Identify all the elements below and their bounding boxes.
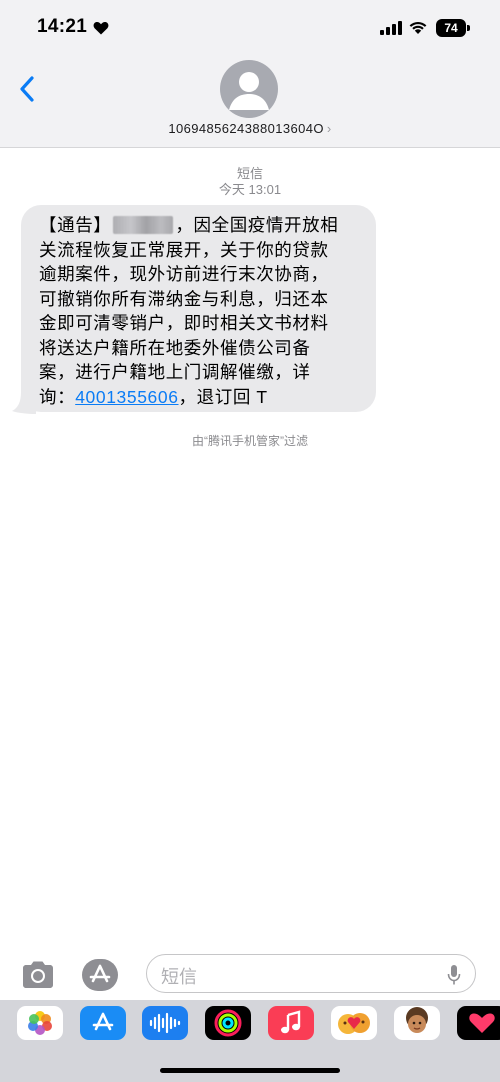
message-line: 【通告】 ，因全国疫情开放相 (39, 215, 339, 235)
wifi-icon (409, 21, 427, 34)
composer-bar: 短信 (0, 950, 500, 1000)
heart-icon (93, 21, 109, 35)
message-line: 询：4001355606，退订回 T (39, 386, 268, 407)
memoji-icon[interactable] (394, 1006, 440, 1040)
message-line: 将送达户籍所在地委外催债公司备 (39, 337, 311, 358)
digital-touch-icon[interactable] (457, 1006, 500, 1040)
memoji-stickers-icon[interactable] (331, 1006, 377, 1040)
message-line: 案，进行户籍地上门调解催缴，详 (39, 362, 311, 382)
home-indicator[interactable] (160, 1068, 340, 1073)
message-line: 可撤销你所有滞纳金与利息，归还本 (39, 288, 329, 309)
message-line: 金即可清零销户，即时相关文书材料 (39, 313, 329, 333)
message-placeholder: 短信 (161, 967, 197, 987)
message-line: 逾期案件，现外访前进行末次协商， (39, 264, 329, 284)
music-icon[interactable] (268, 1006, 314, 1040)
status-bar: 14:21 74 (0, 0, 500, 56)
photos-icon[interactable] (17, 1006, 63, 1040)
audio-message-icon[interactable] (142, 1006, 188, 1040)
status-time: 14:21 (37, 16, 88, 37)
app-store-icon[interactable] (80, 1006, 126, 1040)
contact-details[interactable]: 1069485624388013604O › (0, 121, 500, 136)
person-icon (229, 72, 269, 110)
message-timestamp: 今天 13:01 (218, 182, 282, 197)
microphone-icon[interactable] (447, 964, 461, 986)
message-input[interactable]: 短信 (146, 954, 476, 993)
filter-note: 由“腾讯手机管家”过滤 (192, 434, 308, 448)
message-line: 关流程恢复正常展开，关于你的贷款 (39, 239, 329, 260)
signal-icon (380, 21, 402, 35)
conversation-header: 1069485624388013604O › (0, 56, 500, 148)
avatar[interactable] (220, 60, 278, 118)
message-bubble[interactable]: 【通告】 ，因全国疫情开放相 关流程恢复正常展开，关于你的贷款 逾期案件，现外访前… (21, 205, 376, 412)
apps-button[interactable] (82, 959, 118, 991)
redacted-name (113, 216, 174, 234)
incoming-message[interactable]: 【通告】 ，因全国疫情开放相 关流程恢复正常展开，关于你的贷款 逾期案件，现外访前… (12, 205, 376, 414)
back-button[interactable] (16, 72, 42, 106)
contact-number[interactable]: 1069485624388013604O (168, 121, 323, 136)
phone-number-link[interactable]: 4001355606 (75, 387, 178, 407)
battery-cap (467, 25, 470, 31)
app-store-icon (89, 964, 111, 983)
battery-indicator: 74 (436, 19, 466, 37)
chevron-right-icon: › (326, 121, 332, 136)
fitness-icon[interactable] (205, 1006, 251, 1040)
camera-icon[interactable] (20, 959, 56, 991)
